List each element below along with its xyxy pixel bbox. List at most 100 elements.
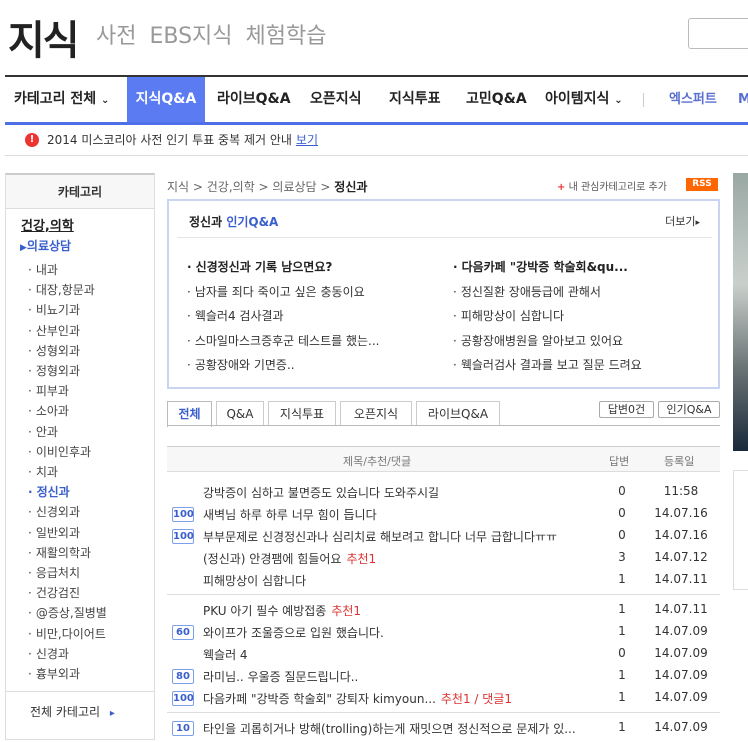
popular-item[interactable]: · 공황장애와 기면증..: [187, 356, 295, 373]
popular-item[interactable]: · 남자를 죄다 죽이고 싶은 충동이요: [187, 283, 365, 300]
all-categories-link[interactable]: 전체 카테고리 ▸: [30, 703, 115, 720]
question-title[interactable]: (정신과) 안경팸에 힘들어요 추천1: [203, 550, 376, 567]
post-date: 14.07.09: [654, 646, 708, 660]
table-row[interactable]: 피해망상이 심합니다 1 14.07.11: [167, 572, 720, 594]
table-row[interactable]: 강박증이 심하고 불면증도 있습니다 도와주시길 0 11:58: [167, 484, 720, 506]
question-title[interactable]: 새벽님 하루 하루 너무 힘이 듭니다: [203, 506, 377, 523]
table-row[interactable]: 100 부부문제로 신경정신과나 심리치료 해보려고 합니다 너무 급합니다ㅠㅠ 0…: [167, 528, 720, 550]
table-row[interactable]: PKU 아기 필수 예방접종 추천1 1 14.07.11: [167, 602, 720, 624]
category-item[interactable]: · 재활의학과: [28, 544, 91, 561]
category-item[interactable]: · 치과: [28, 463, 58, 480]
tab-open[interactable]: 오픈지식: [340, 401, 412, 426]
table-row[interactable]: (정신과) 안경팸에 힘들어요 추천1 3 14.07.12: [167, 550, 720, 572]
table-row[interactable]: 웩슬러 4 0 14.07.09: [167, 646, 720, 668]
nav-live-qna[interactable]: 라이브Q&A: [217, 77, 291, 122]
category-item[interactable]: · 신경과: [28, 645, 69, 662]
tab-vote[interactable]: 지식투표: [268, 401, 336, 426]
side-banner-image[interactable]: [733, 173, 748, 451]
category-current[interactable]: ▶의료상담: [20, 237, 71, 254]
table-row[interactable]: 100 다음카페 "강박증 학술회" 강퇴자 kimyoun... 추천1 / 댓글…: [167, 690, 720, 712]
question-title[interactable]: 다음카페 "강박증 학술회" 강퇴자 kimyoun... 추천1 / 댓글1: [203, 690, 512, 707]
category-item[interactable]: · 흉부외과: [28, 665, 80, 682]
question-title[interactable]: 라미님.. 우울증 질문드립니다..: [203, 668, 358, 685]
table-row[interactable]: 10 타인을 괴롭히거나 방해(trolling)하는게 재밋으면 정신적으로 문…: [167, 720, 720, 742]
popular-item[interactable]: · 정신질환 장애등급에 관해서: [453, 283, 601, 300]
more-button[interactable]: 더보기▸: [665, 213, 700, 229]
nav-divider: [643, 93, 644, 107]
category-item[interactable]: · 비만,다이어트: [28, 625, 106, 642]
nav-expert[interactable]: 엑스퍼트: [669, 77, 717, 122]
question-title[interactable]: 웩슬러 4: [203, 646, 248, 663]
service-tab-ebs[interactable]: EBS지식: [149, 24, 232, 49]
nav-item-knowledge[interactable]: 아이템지식 ⌄: [545, 77, 623, 122]
search-input[interactable]: [688, 18, 748, 49]
category-item[interactable]: · 성형외과: [28, 342, 80, 359]
category-item-label: 내과: [35, 263, 58, 277]
category-item[interactable]: · 산부인과: [28, 322, 80, 339]
popular-item[interactable]: · 스마일마스크증후군 테스트를 했는...: [187, 332, 380, 349]
nav-knowledge-vote[interactable]: 지식투표: [389, 77, 441, 122]
bullet-icon: ·: [28, 263, 32, 277]
alert-icon: !: [25, 133, 39, 147]
nav-more[interactable]: M: [738, 77, 748, 122]
category-item[interactable]: · 응급처치: [28, 564, 80, 581]
rss-icon[interactable]: RSS: [686, 178, 718, 191]
zero-answer-button[interactable]: 답변0건: [599, 401, 654, 418]
service-tab-experience[interactable]: 체험학습: [246, 24, 327, 49]
nav-open-knowledge[interactable]: 오픈지식: [310, 77, 362, 122]
category-item[interactable]: · 일반외과: [28, 524, 80, 541]
table-row[interactable]: 100 새벽님 하루 하루 너무 힘이 듭니다 0 14.07.16: [167, 506, 720, 528]
popular-item[interactable]: · 신경정신과 기록 남으면요?: [187, 258, 332, 275]
notice-link[interactable]: 보기: [296, 133, 318, 147]
popular-item[interactable]: · 웩슬러검사 결과를 보고 질문 드려요: [453, 356, 642, 373]
category-item[interactable]: · 비뇨기과: [28, 301, 80, 318]
tab-live-qna[interactable]: 라이브Q&A: [416, 401, 500, 426]
bullet-icon: ·: [28, 465, 32, 479]
bullet-icon: ·: [453, 309, 457, 323]
add-interest-button[interactable]: + 내 관심카테고리로 추가: [557, 178, 667, 193]
popular-item[interactable]: · 다음카페 "강박증 학술회&qu...: [453, 258, 628, 275]
category-item[interactable]: · 안과: [28, 423, 58, 440]
question-title[interactable]: 부부문제로 신경정신과나 심리치료 해보려고 합니다 너무 급합니다ㅠㅠ: [203, 528, 557, 545]
category-parent[interactable]: 건강,의학: [21, 215, 74, 234]
category-item[interactable]: · @증상,질병별: [28, 604, 107, 621]
breadcrumb-path[interactable]: 지식 > 건강,의학 > 의료상담 >: [167, 180, 330, 194]
nav-all-categories[interactable]: 카테고리 전체 ⌄: [14, 77, 109, 122]
popular-item[interactable]: · 공황장애병원을 알아보고 있어요: [453, 332, 623, 349]
question-title[interactable]: 타인을 괴롭히거나 방해(trolling)하는게 재밋으면 정신적으로 문제가…: [203, 720, 576, 737]
popular-item-label: 다음카페 "강박증 학술회&qu...: [461, 260, 628, 274]
row-divider: [167, 594, 720, 595]
tab-all[interactable]: 전체: [167, 401, 212, 427]
popular-item[interactable]: · 웩슬러4 검사결과: [187, 307, 284, 324]
tab-qna[interactable]: Q&A: [216, 401, 264, 426]
question-title[interactable]: PKU 아기 필수 예방접종 추천1: [203, 602, 361, 619]
answer-count: 3: [618, 550, 626, 564]
table-row[interactable]: 80 라미님.. 우울증 질문드립니다.. 1 14.07.09: [167, 668, 720, 690]
question-title[interactable]: 강박증이 심하고 불면증도 있습니다 도와주시길: [203, 484, 439, 501]
question-title[interactable]: 와이프가 조울증으로 입원 했습니다.: [203, 624, 384, 641]
nav-qna[interactable]: 지식Q&A: [127, 77, 205, 122]
category-item[interactable]: · 내과: [28, 261, 58, 278]
popular-qna-button[interactable]: 인기Q&A: [658, 401, 720, 418]
category-item[interactable]: · 정형외과: [28, 362, 80, 379]
service-tab-dictionary[interactable]: 사전: [96, 24, 136, 49]
bullet-icon: ·: [28, 323, 32, 338]
site-logo[interactable]: 지식: [8, 8, 80, 66]
category-item[interactable]: · 정신과: [28, 483, 70, 500]
category-item-label: 성형외과: [35, 343, 80, 358]
popular-item[interactable]: · 피해망상이 심합니다: [453, 307, 564, 324]
question-title-text: 웩슬러 4: [203, 648, 248, 662]
table-row[interactable]: 60 와이프가 조울증으로 입원 했습니다. 1 14.07.09: [167, 624, 720, 646]
question-title-text: (정신과) 안경팸에 힘들어요: [203, 552, 342, 566]
category-item-label: 안과: [35, 424, 58, 439]
category-item[interactable]: · 소아과: [28, 402, 69, 419]
post-date: 14.07.16: [654, 506, 708, 520]
category-item-label: 치과: [35, 465, 58, 479]
category-item[interactable]: · 이비인후과: [28, 443, 91, 460]
category-item[interactable]: · 대장,항문과: [28, 281, 95, 298]
category-item[interactable]: · 신경외과: [28, 503, 80, 520]
question-title[interactable]: 피해망상이 심합니다: [203, 572, 306, 589]
category-item[interactable]: · 건강검진: [28, 584, 80, 601]
category-item[interactable]: · 피부과: [28, 382, 69, 399]
nav-worry-qna[interactable]: 고민Q&A: [466, 77, 527, 122]
